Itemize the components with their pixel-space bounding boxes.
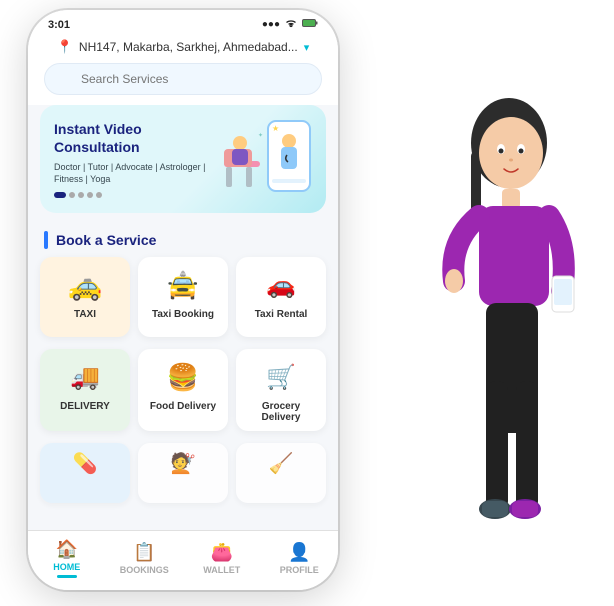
battery-icon <box>302 18 318 31</box>
taxi-booking-label: Taxi Booking <box>152 309 214 320</box>
dot-1 <box>54 192 66 198</box>
grocery-icon: 🛒 <box>259 359 303 395</box>
status-time: 3:01 <box>48 19 70 31</box>
food-delivery-icon: 🍔 <box>161 359 205 395</box>
search-input[interactable] <box>44 63 322 95</box>
wifi-icon <box>284 18 298 31</box>
nav-item-bookings[interactable]: 📋 BOOKINGS <box>106 542 184 575</box>
phone-shell: 3:01 ●●● 📍 NH147, Makarba, Sarkhej, Ahme… <box>28 10 338 590</box>
taxi-label: TAXI <box>74 309 96 320</box>
svg-text:✦: ✦ <box>258 132 263 139</box>
delivery-icon: 🚚 <box>63 359 107 395</box>
bookings-nav-label: BOOKINGS <box>120 565 169 575</box>
nav-item-profile[interactable]: 👤 PROFILE <box>261 542 339 575</box>
search-bar-container: 🔍 <box>28 63 338 105</box>
wallet-nav-label: WALLET <box>203 565 240 575</box>
food-delivery-label: Food Delivery <box>150 401 216 412</box>
service-card-taxi-rental[interactable]: 🚗 Taxi Rental <box>236 257 326 337</box>
content-area[interactable]: Instant VideoConsultation Doctor | Tutor… <box>28 105 338 530</box>
wallet-nav-icon: 👛 <box>211 542 233 563</box>
service-card-partial-2[interactable]: 💇 <box>138 443 228 503</box>
profile-nav-label: PROFILE <box>280 565 319 575</box>
taxi-booking-icon: 🚖 <box>161 267 205 303</box>
service-card-partial-1[interactable]: 💊 <box>40 443 130 503</box>
delivery-service-row: 🚚 DELIVERY 🍔 Food Delivery 🛒 <box>28 349 338 435</box>
status-bar: 3:01 ●●● <box>28 10 338 35</box>
location-bar[interactable]: 📍 NH147, Makarba, Sarkhej, Ahmedabad... … <box>28 35 338 63</box>
service-card-taxi-booking[interactable]: 🚖 Taxi Booking <box>138 257 228 337</box>
home-nav-underline <box>57 575 77 578</box>
consultation-svg: ★ ✦ <box>222 119 312 199</box>
taxi-icon: 🚕 <box>63 267 107 303</box>
delivery-label: DELIVERY <box>60 401 110 412</box>
location-chevron-icon: ▾ <box>304 41 310 54</box>
book-service-header: Book a Service <box>28 225 338 257</box>
section-accent <box>44 231 48 249</box>
home-nav-label: HOME <box>53 562 80 572</box>
service-card-grocery[interactable]: 🛒 GroceryDelivery <box>236 349 326 431</box>
taxi-service-row: 🚕 TAXI 🚖 Taxi Booking 🚗 <box>28 257 338 341</box>
taxi-rental-label: Taxi Rental <box>255 309 308 320</box>
banner-illustration: ★ ✦ <box>222 119 312 199</box>
bottom-nav: 🏠 HOME 📋 BOOKINGS 👛 WALLET 👤 PROFILE <box>28 530 338 590</box>
taxi-rental-icon: 🚗 <box>259 267 303 303</box>
dot-2 <box>69 192 75 198</box>
nav-item-wallet[interactable]: 👛 WALLET <box>183 542 261 575</box>
profile-nav-icon: 👤 <box>288 542 310 563</box>
service-card-delivery[interactable]: 🚚 DELIVERY <box>40 349 130 431</box>
bookings-nav-icon: 📋 <box>133 542 155 563</box>
phone-inner: 3:01 ●●● 📍 NH147, Makarba, Sarkhej, Ahme… <box>28 10 338 590</box>
girl-illustration <box>404 81 604 601</box>
signal-icon: ●●● <box>262 19 280 30</box>
status-icons: ●●● <box>262 18 318 31</box>
section-title: Book a Service <box>56 232 156 248</box>
grocery-label: GroceryDelivery <box>262 401 301 423</box>
promo-banner[interactable]: Instant VideoConsultation Doctor | Tutor… <box>40 105 326 213</box>
location-pin-icon: 📍 <box>57 39 73 55</box>
app-scene: 3:01 ●●● 📍 NH147, Makarba, Sarkhej, Ahme… <box>0 0 614 601</box>
banner-title: Instant VideoConsultation <box>54 120 214 156</box>
dot-3 <box>78 192 84 198</box>
banner-dots <box>54 192 214 198</box>
banner-text: Instant VideoConsultation Doctor | Tutor… <box>54 120 214 198</box>
service-card-partial-3[interactable]: 🧹 <box>236 443 326 503</box>
banner-subtitle: Doctor | Tutor | Advocate | Astrologer |… <box>54 161 214 186</box>
svg-text:★: ★ <box>272 124 279 133</box>
service-card-food-delivery[interactable]: 🍔 Food Delivery <box>138 349 228 431</box>
dot-4 <box>87 192 93 198</box>
partial-service-row: 💊 💇 🧹 <box>28 443 338 507</box>
location-text: NH147, Makarba, Sarkhej, Ahmedabad... <box>79 40 298 54</box>
nav-item-home[interactable]: 🏠 HOME <box>28 539 106 578</box>
dot-5 <box>96 192 102 198</box>
service-card-taxi[interactable]: 🚕 TAXI <box>40 257 130 337</box>
girl-svg <box>404 81 604 601</box>
home-nav-icon: 🏠 <box>56 539 78 560</box>
